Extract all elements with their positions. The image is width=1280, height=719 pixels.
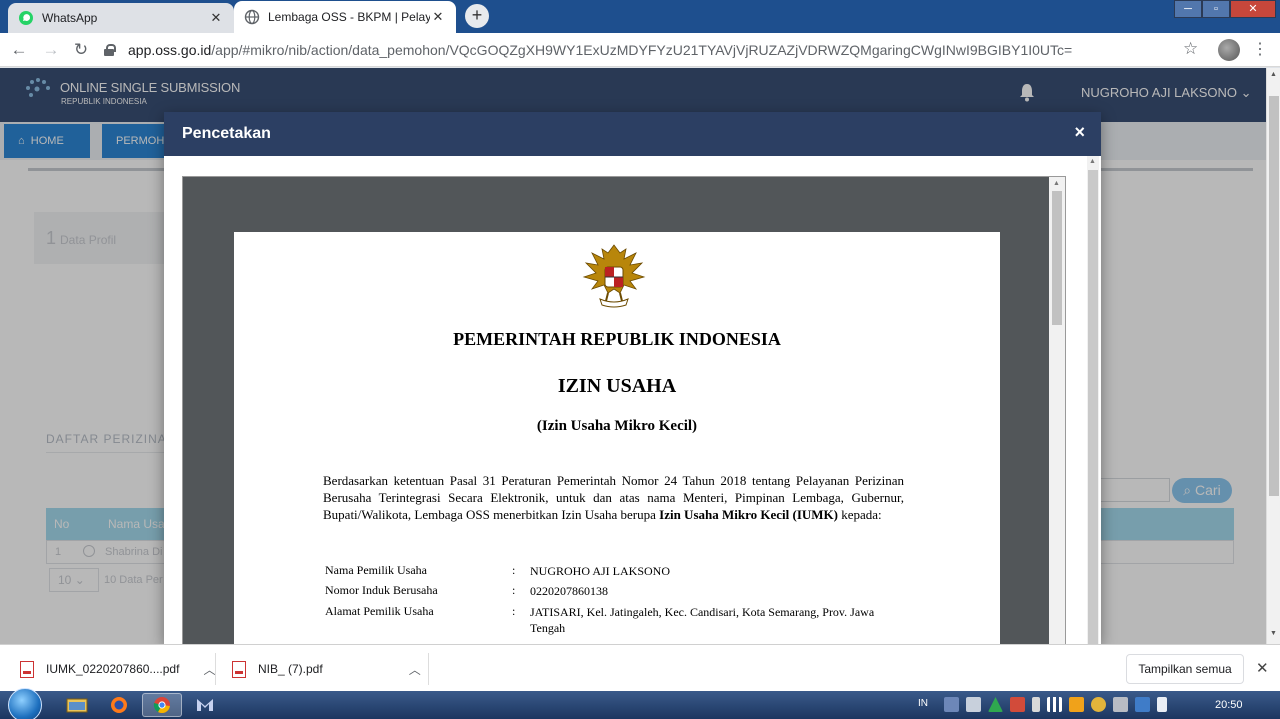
scroll-up-icon[interactable]: ▲ [1053, 180, 1060, 187]
tray-app-icon[interactable] [944, 697, 959, 712]
tab-close-icon[interactable]: ✕ [430, 9, 446, 25]
scrollbar-thumb[interactable] [1052, 191, 1062, 325]
tab-lembaga-oss[interactable]: Lembaga OSS - BKPM | Pelayana ✕ [234, 1, 456, 33]
window-close-button[interactable]: ✕ [1230, 0, 1276, 18]
chevron-up-icon[interactable]: ︿ [409, 661, 421, 678]
document-body: Berdasarkan ketentuan Pasal 31 Peraturan… [323, 473, 904, 522]
pdf-file-icon [20, 660, 34, 678]
firefox-icon[interactable] [99, 693, 139, 717]
tray-warning-icon[interactable] [988, 697, 1003, 712]
tab-close-icon[interactable]: ✕ [208, 10, 224, 26]
close-icon[interactable]: ✕ [1256, 659, 1269, 677]
scroll-up-icon[interactable]: ▲ [1270, 71, 1277, 78]
explorer-icon[interactable] [57, 693, 97, 717]
window-controls: ─ ▫ ✕ [1174, 0, 1276, 18]
lock-icon [104, 44, 116, 56]
download-shelf: IUMK_0220207860....pdf ︿ NIB_ (7).pdf ︿ … [0, 644, 1280, 691]
profile-avatar[interactable] [1218, 39, 1240, 61]
browser-toolbar: ← → ↻ app.oss.go.id/app/#mikro/nib/actio… [0, 33, 1280, 67]
forward-arrow-icon[interactable]: → [40, 39, 62, 61]
page-scrollbar[interactable]: ▲ ▼ [1266, 68, 1280, 644]
start-button[interactable] [8, 688, 42, 719]
windows-taskbar: IN 20:50 [0, 688, 1280, 719]
download-item[interactable]: NIB_ (7).pdf ︿ [232, 654, 421, 684]
chevron-up-icon[interactable]: ︿ [203, 661, 215, 678]
globe-icon [244, 9, 260, 25]
download-filename: IUMK_0220207860....pdf [46, 662, 180, 676]
chrome-icon[interactable] [142, 693, 182, 717]
document-page: PEMERINTAH REPUBLIK INDONESIA IZIN USAHA… [234, 232, 1000, 644]
bookmark-star-icon[interactable]: ☆ [1183, 39, 1198, 59]
address-bar[interactable]: app.oss.go.id/app/#mikro/nib/action/data… [104, 37, 1204, 63]
scrollbar-thumb[interactable] [1088, 170, 1098, 644]
tray-app-icon[interactable] [966, 697, 981, 712]
whatsapp-icon [18, 10, 34, 26]
system-tray [944, 697, 1167, 712]
tab-whatsapp[interactable]: WhatsApp ✕ [8, 3, 234, 33]
browser-tab-strip: WhatsApp ✕ Lembaga OSS - BKPM | Pelayana… [0, 0, 1280, 33]
new-tab-button[interactable]: + [465, 4, 489, 28]
garuda-emblem-icon [582, 244, 646, 308]
modal-header: Pencetakan × [164, 112, 1101, 156]
speaker-icon[interactable] [1032, 697, 1040, 712]
modal-title: Pencetakan [182, 125, 271, 142]
flag-icon[interactable] [1157, 697, 1167, 712]
menu-kebab-icon[interactable]: ⋮ [1252, 39, 1268, 59]
tab-title: WhatsApp [42, 11, 98, 25]
scroll-down-icon[interactable]: ▼ [1270, 630, 1277, 637]
tray-app-icon[interactable] [1135, 697, 1150, 712]
modal-close-button[interactable]: × [1074, 122, 1085, 143]
tray-app-icon[interactable] [1069, 697, 1084, 712]
tray-app-icon[interactable] [1010, 697, 1025, 712]
print-modal: Pencetakan × ▲ ▲ PEMERINTAH REPUBLIK IND… [164, 112, 1101, 644]
tray-app-icon[interactable] [1091, 697, 1106, 712]
scroll-up-icon[interactable]: ▲ [1089, 158, 1096, 165]
mail-app-icon[interactable] [185, 693, 225, 717]
signal-icon[interactable] [1047, 697, 1062, 712]
divider [428, 653, 429, 685]
document-subtitle: (Izin Usaha Mikro Kecil) [536, 418, 698, 434]
pdf-scrollbar[interactable]: ▲ [1049, 177, 1065, 644]
reload-icon[interactable]: ↻ [70, 39, 92, 61]
modal-scrollbar[interactable]: ▲ [1087, 156, 1099, 644]
download-filename: NIB_ (7).pdf [258, 662, 323, 676]
url-text: app.oss.go.id/app/#mikro/nib/action/data… [128, 42, 1073, 58]
minimize-button[interactable]: ─ [1174, 0, 1202, 18]
back-arrow-icon[interactable]: ← [8, 39, 30, 61]
scrollbar-thumb[interactable] [1269, 96, 1279, 496]
download-item[interactable]: IUMK_0220207860....pdf ︿ [20, 654, 215, 684]
language-indicator[interactable]: IN [918, 698, 928, 709]
tab-title: Lembaga OSS - BKPM | Pelayana [268, 10, 430, 24]
maximize-button[interactable]: ▫ [1202, 0, 1230, 18]
document-title: IZIN USAHA [557, 375, 677, 397]
document-government: PEMERINTAH REPUBLIK INDONESIA [453, 329, 781, 349]
pdf-file-icon [232, 660, 246, 678]
show-all-downloads-button[interactable]: Tampilkan semua [1126, 654, 1244, 684]
pdf-viewer[interactable]: ▲ PEMERINTAH REPUBLIK INDONESIA IZIN USA… [182, 176, 1066, 644]
divider [215, 653, 216, 685]
tray-app-icon[interactable] [1113, 697, 1128, 712]
clock[interactable]: 20:50 [1215, 699, 1243, 711]
